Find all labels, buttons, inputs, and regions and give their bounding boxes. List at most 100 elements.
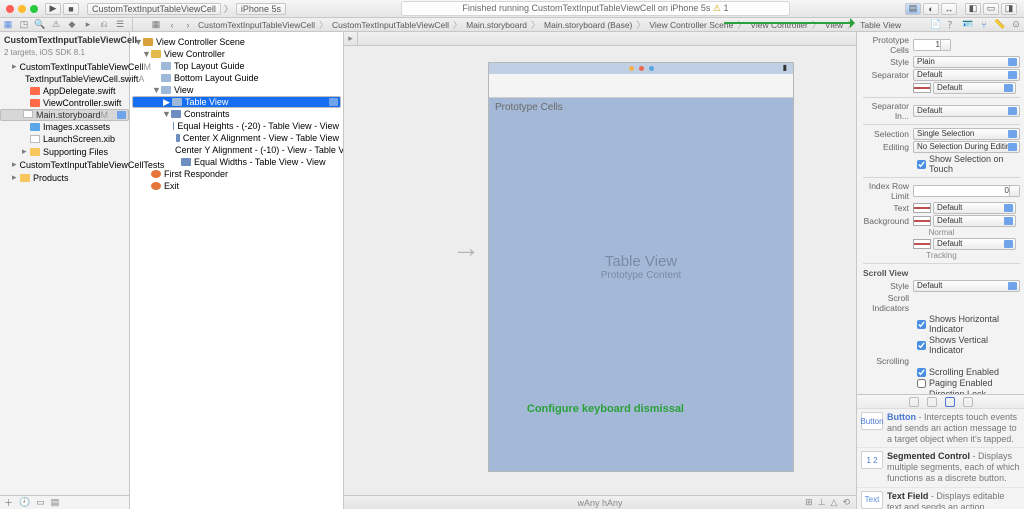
filter-icon[interactable]: ▤ xyxy=(51,497,60,508)
add-button[interactable]: ＋ xyxy=(4,496,13,509)
proto-cells-stepper[interactable]: 1 xyxy=(913,39,951,51)
editing-select[interactable]: No Selection During Editing xyxy=(913,141,1020,153)
bg-color-swatch[interactable] xyxy=(913,216,931,226)
lib-code-snippets-icon[interactable] xyxy=(927,397,937,407)
proj-item[interactable]: LaunchScreen.xib xyxy=(0,133,129,145)
project-title[interactable]: CustomTextInputTableViewCell xyxy=(0,32,129,48)
tracking-color-select[interactable]: Default xyxy=(933,238,1016,250)
proj-item[interactable]: TextInputTableViewCell.swiftA xyxy=(0,73,129,85)
lib-media-icon[interactable] xyxy=(963,397,973,407)
warning-icon[interactable]: ⚠ xyxy=(713,3,721,13)
outline-scene-header[interactable]: ▼View Controller Scene xyxy=(132,36,341,48)
crumb-5[interactable]: View Controller xyxy=(748,20,809,30)
destination-select[interactable]: iPhone 5s xyxy=(236,3,286,15)
outline-row[interactable]: ▼Constraints xyxy=(132,108,341,120)
separator-color-swatch[interactable] xyxy=(913,83,931,93)
sv-style-select[interactable]: Default xyxy=(913,280,1020,292)
scheme-select[interactable]: CustomTextInputTableViewCell xyxy=(87,3,221,15)
zoom-icon[interactable] xyxy=(30,5,38,13)
outline-row[interactable]: ▼View xyxy=(132,84,341,96)
crumb-0[interactable]: CustomTextInputTableViewCell xyxy=(196,20,317,30)
proj-item[interactable]: ▸Supporting Files xyxy=(0,145,129,158)
proj-item[interactable]: ▸Products xyxy=(0,171,129,184)
lib-objects-icon[interactable] xyxy=(945,397,955,407)
outline-row[interactable]: Center X Alignment - View - Table View xyxy=(132,132,341,144)
resolve-button[interactable]: △ xyxy=(831,497,838,508)
forward-button[interactable]: › xyxy=(182,19,194,31)
v-indicator-check[interactable]: Shows Vertical Indicator xyxy=(917,335,1020,355)
h-indicator-check[interactable]: Shows Horizontal Indicator xyxy=(917,314,1020,334)
scroll-enabled-check[interactable]: Scrolling Enabled xyxy=(917,367,1020,377)
outline-row[interactable]: First Responder xyxy=(132,168,341,180)
proj-item[interactable]: ▸CustomTextInputTableViewCellTests xyxy=(0,158,129,171)
proj-item[interactable]: ViewController.swift xyxy=(0,97,129,109)
lib-item-textfield[interactable]: Text Text Field - Displays editable text… xyxy=(857,488,1024,509)
style-select[interactable]: Plain xyxy=(913,56,1020,68)
outline-row[interactable]: Exit xyxy=(132,180,341,192)
run-button[interactable]: ▶ xyxy=(45,3,61,15)
separator-color-select[interactable]: Default xyxy=(933,82,1016,94)
related-items-icon[interactable]: ▦ xyxy=(150,19,162,31)
nav-issue-icon[interactable]: ⚠ xyxy=(50,19,62,31)
lib-item-button[interactable]: Button Button - Intercepts touch events … xyxy=(857,409,1024,448)
back-button[interactable]: ‹ xyxy=(166,19,178,31)
close-icon[interactable] xyxy=(6,5,14,13)
nav-search-icon[interactable]: 🔍 xyxy=(34,19,46,31)
index-limit-stepper[interactable]: 0 xyxy=(913,185,1020,197)
stop-button[interactable]: ■ xyxy=(63,3,79,15)
minimize-icon[interactable] xyxy=(18,5,26,13)
proj-item[interactable]: AppDelegate.swift xyxy=(0,85,129,97)
outline-toggle-button[interactable]: ▸ xyxy=(344,32,358,45)
text-color-swatch[interactable] xyxy=(913,203,931,213)
crumb-1[interactable]: CustomTextInputTableViewCell xyxy=(330,20,451,30)
inspector-size-icon[interactable]: 📏 xyxy=(994,19,1006,31)
resizing-button[interactable]: ⟲ xyxy=(842,497,850,508)
nav-breakpoint-icon[interactable]: ⎌ xyxy=(98,19,110,31)
selection-select[interactable]: Single Selection xyxy=(913,128,1020,140)
inspector-quickhelp-icon[interactable]: ？ xyxy=(946,19,958,31)
text-color-select[interactable]: Default xyxy=(933,202,1016,214)
nav-project-icon[interactable]: ▦ xyxy=(2,19,14,31)
inspector-identity-icon[interactable]: 🪪 xyxy=(962,19,974,31)
toggle-debug-button[interactable]: ▭ xyxy=(983,3,999,15)
nav-report-icon[interactable]: ☰ xyxy=(114,19,126,31)
outline-row[interactable]: Top Layout Guide xyxy=(132,60,341,72)
proj-item[interactable]: Main.storyboardM xyxy=(0,109,129,121)
bg-color-select[interactable]: Default xyxy=(933,215,1016,227)
show-selection-check[interactable]: Show Selection on Touch xyxy=(917,154,1020,174)
tracking-color-swatch[interactable] xyxy=(913,239,931,249)
separator-select[interactable]: Default xyxy=(913,69,1020,81)
ib-canvas[interactable]: ▸ → ▮ Prototype Cells Table View Prototy… xyxy=(344,32,856,509)
paging-check[interactable]: Paging Enabled xyxy=(917,378,1020,388)
filter-recent-icon[interactable]: 🕘 xyxy=(19,497,30,508)
crumb-7[interactable]: Table View xyxy=(858,20,903,30)
nav-test-icon[interactable]: ◆ xyxy=(66,19,78,31)
toggle-utilities-button[interactable]: ◨ xyxy=(1001,3,1017,15)
editor-version-button[interactable]: ↔ xyxy=(941,3,957,15)
proj-item[interactable]: ▸CustomTextInputTableViewCellM xyxy=(0,60,129,73)
size-class-control[interactable]: wAny hAny xyxy=(577,498,622,508)
lib-file-templates-icon[interactable] xyxy=(909,397,919,407)
crumb-2[interactable]: Main.storyboard xyxy=(464,20,529,30)
outline-row[interactable]: Bottom Layout Guide xyxy=(132,72,341,84)
align-button[interactable]: ⊞ xyxy=(805,497,813,508)
inspector-attributes-icon[interactable]: ⑂ xyxy=(978,19,990,31)
outline-row[interactable]: ▼View Controller xyxy=(132,48,341,60)
pin-button[interactable]: ⊥ xyxy=(818,497,826,508)
nav-debug-icon[interactable]: ▸ xyxy=(82,19,94,31)
crumb-3[interactable]: Main.storyboard (Base) xyxy=(542,20,634,30)
editor-standard-button[interactable]: ▤ xyxy=(905,3,921,15)
filter-scm-icon[interactable]: ▭ xyxy=(36,497,45,508)
proj-item[interactable]: Images.xcassets xyxy=(0,121,129,133)
outline-row[interactable]: Center Y Alignment - (-10) - View - Tabl… xyxy=(132,144,341,156)
outline-row[interactable]: ▶Table View xyxy=(132,96,341,108)
editor-assistant-button[interactable]: ◐ xyxy=(923,3,939,15)
direction-lock-check[interactable]: Direction Lock Enabled xyxy=(917,389,1020,394)
inspector-connections-icon[interactable]: ⊙ xyxy=(1010,19,1022,31)
outline-row[interactable]: Equal Heights - (-20) - Table View - Vie… xyxy=(132,120,341,132)
toggle-navigator-button[interactable]: ◧ xyxy=(965,3,981,15)
lib-item-segmented[interactable]: 1 2 Segmented Control - Displays multipl… xyxy=(857,448,1024,487)
crumb-6[interactable]: View xyxy=(823,20,845,30)
inspector-file-icon[interactable]: 📄 xyxy=(930,19,942,31)
crumb-4[interactable]: View Controller Scene xyxy=(647,20,735,30)
